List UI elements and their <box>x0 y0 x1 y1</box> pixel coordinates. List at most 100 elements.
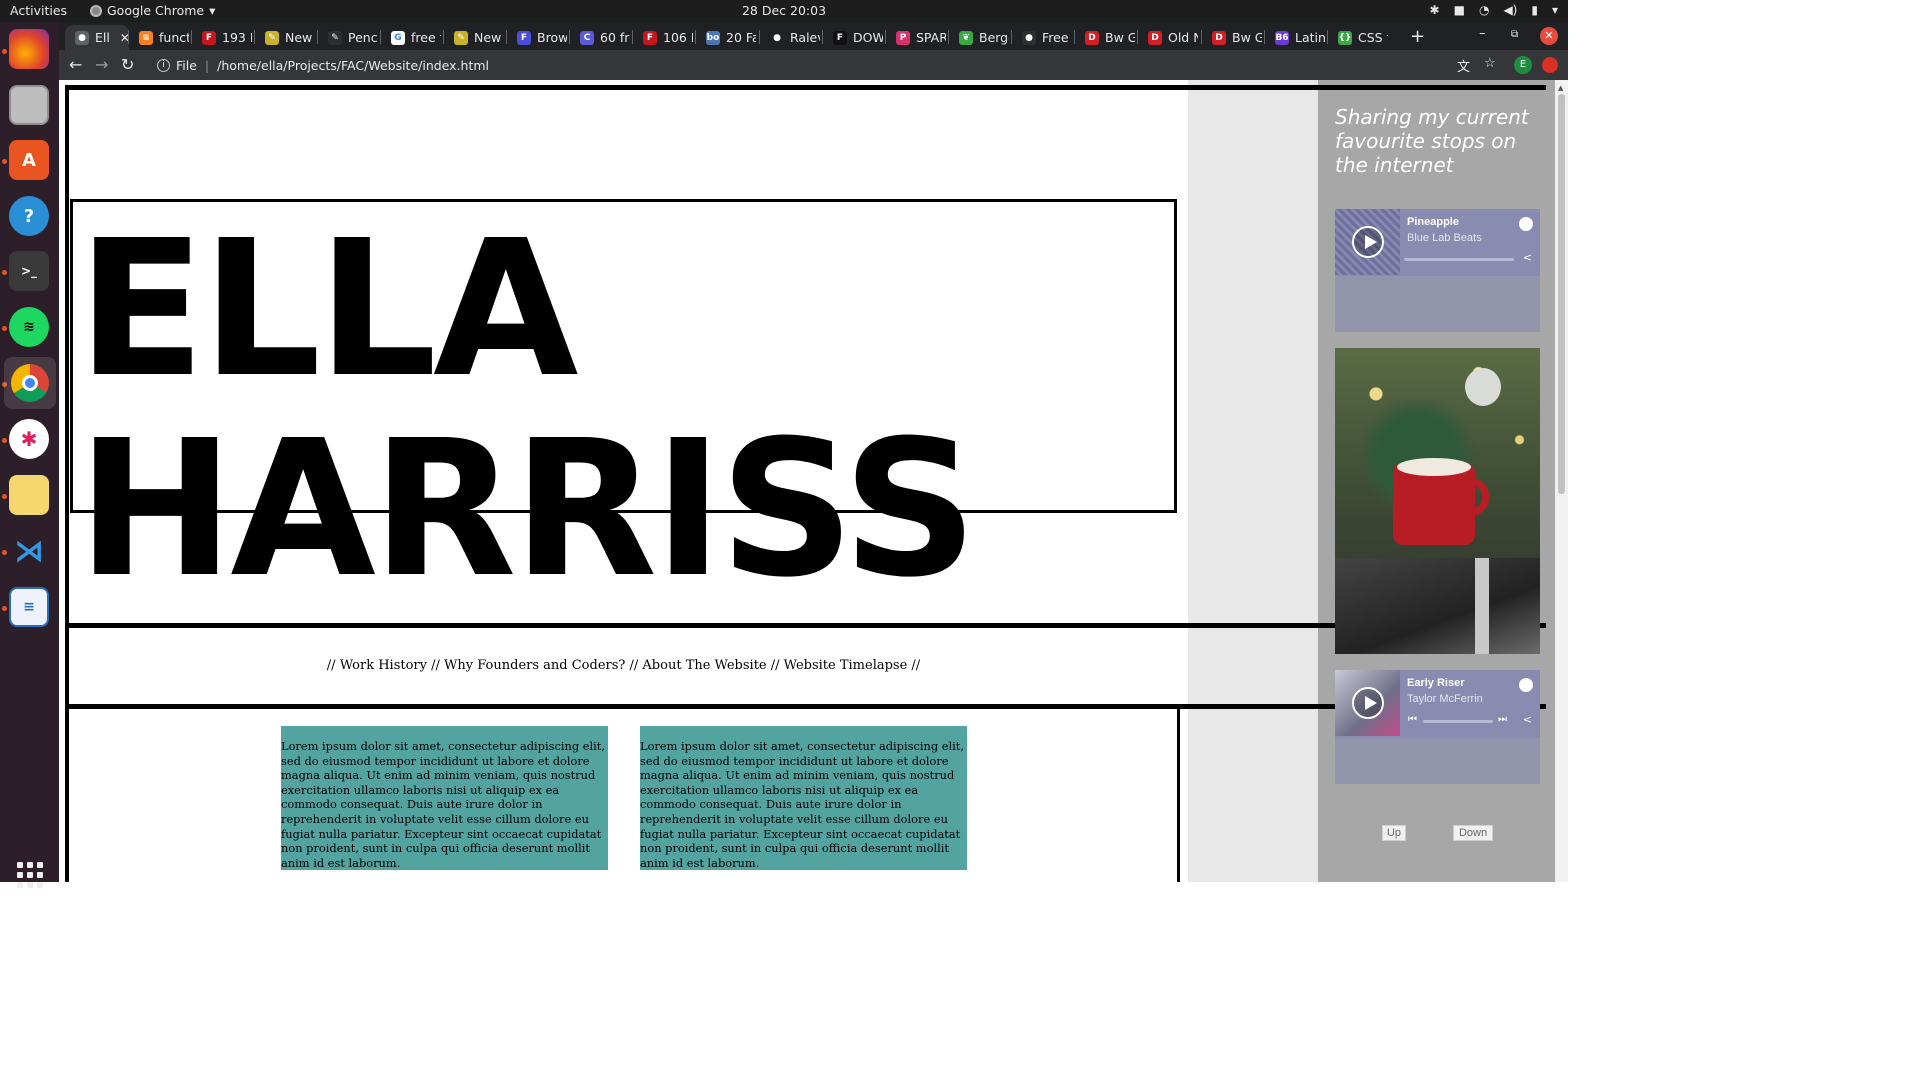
minimize-button[interactable]: – <box>1479 26 1486 41</box>
tab[interactable]: D Bw G <box>1202 25 1262 50</box>
chrome-dock-icon[interactable] <box>4 357 56 409</box>
tab[interactable]: ❦ Berge <box>949 25 1009 50</box>
spotify-icon[interactable]: ≋ <box>9 307 49 347</box>
forward-icon[interactable]: → <box>95 55 108 74</box>
site-title: ELLA HARRISS <box>77 210 978 610</box>
firefox-icon[interactable] <box>9 29 49 69</box>
spotify-embed-pineapple[interactable]: Pineapple Blue Lab Beats < <box>1335 209 1540 332</box>
tab[interactable]: ✎ Penci <box>318 25 378 50</box>
volume-icon[interactable]: ◀) <box>1503 3 1517 17</box>
scroll-up-button[interactable]: Up <box>1382 825 1406 841</box>
next-track-icon[interactable]: ⏭ <box>1498 714 1507 725</box>
nav-link-about-the-website[interactable]: About The Website <box>642 658 766 673</box>
divider <box>65 704 1546 709</box>
progress-bar[interactable] <box>1423 720 1493 723</box>
new-tab-button[interactable]: + <box>1410 26 1425 47</box>
slack-icon[interactable]: ✱ <box>9 419 49 459</box>
tab[interactable]: F DOW <box>823 25 883 50</box>
battery-icon[interactable]: ▮ <box>1531 3 1538 17</box>
zoom-tray-icon[interactable]: ■ <box>1454 3 1465 17</box>
previous-track-icon[interactable]: ⏮ <box>1408 714 1417 725</box>
sticky-notes-icon[interactable] <box>9 475 49 515</box>
tab-title: SPAR <box>916 30 946 45</box>
nav-link-website-timelapse[interactable]: Website Timelapse <box>784 658 908 673</box>
wifi-icon[interactable]: ◔ <box>1479 3 1489 17</box>
f-icon: F <box>833 30 847 45</box>
libreoffice-writer-icon[interactable]: ≡ <box>9 587 49 627</box>
nav-separator: // <box>625 658 643 673</box>
close-window-button[interactable]: ✕ <box>1540 27 1558 45</box>
tab[interactable]: F 106 F <box>633 25 693 50</box>
tab[interactable]: ● Free I <box>1012 25 1072 50</box>
tab-title: Berge <box>979 30 1009 45</box>
clock[interactable]: 28 Dec 20:03 <box>0 3 1568 18</box>
tab[interactable]: F 193 F <box>192 25 252 50</box>
url-text[interactable]: /home/ella/Projects/FAC/Website/index.ht… <box>217 58 489 73</box>
scroll-up-arrow-icon[interactable]: ▲ <box>1558 84 1563 92</box>
tab-title: Free I <box>1042 30 1072 45</box>
power-menu-icon[interactable]: ▾ <box>1552 3 1558 17</box>
tab[interactable]: D Old N <box>1138 25 1198 50</box>
scrollbar-thumb[interactable] <box>1558 94 1565 494</box>
address-bar[interactable]: i File | /home/ella/Projects/FAC/Website… <box>147 52 1487 78</box>
maximize-button[interactable]: ⧉ <box>1511 29 1518 40</box>
tab-title: Penci <box>348 30 378 45</box>
files-icon[interactable] <box>9 85 49 125</box>
tab[interactable]: ● Ralev <box>760 25 820 50</box>
site-nav: // Work History // Why Founders and Code… <box>59 658 1188 673</box>
tab[interactable]: F Brow <box>507 25 567 50</box>
page-scrollbar[interactable]: ▲ <box>1555 80 1568 882</box>
share-icon[interactable]: < <box>1523 713 1532 726</box>
frame-border-top <box>65 85 1546 90</box>
tab[interactable]: ✎ New I <box>255 25 315 50</box>
tab[interactable]: D Bw G <box>1075 25 1135 50</box>
slack-tray-icon[interactable]: ✱ <box>1430 3 1440 17</box>
scroll-down-button[interactable]: Down <box>1453 825 1493 841</box>
tab-title: 60 fre <box>600 30 630 45</box>
vscode-icon[interactable]: ⋊ <box>9 531 49 571</box>
spotify-logo-icon[interactable] <box>1519 217 1533 231</box>
app-menu[interactable]: Google Chrome ▾ <box>90 3 215 18</box>
tab[interactable]: {} CSS f <box>1328 25 1388 50</box>
tab[interactable]: C 60 fre <box>570 25 630 50</box>
tab[interactable]: ● Ell ✕ <box>65 25 129 50</box>
help-icon[interactable]: ? <box>9 196 49 236</box>
tab[interactable]: ≡ funct <box>129 25 189 50</box>
tab-title: Ralev <box>790 30 820 45</box>
tab[interactable]: bo 20 Fa <box>696 25 756 50</box>
leaf-icon: ❦ <box>959 30 973 45</box>
track-title[interactable]: Pineapple <box>1407 216 1459 228</box>
progress-bar[interactable] <box>1404 258 1514 261</box>
activities-button[interactable]: Activities <box>10 3 67 18</box>
tab-title: Ell <box>95 30 110 45</box>
tab[interactable]: ✎ New I <box>444 25 504 50</box>
info-icon[interactable]: i <box>157 58 170 72</box>
track-artist[interactable]: Blue Lab Beats <box>1407 232 1482 244</box>
play-icon[interactable] <box>1352 687 1384 719</box>
tab[interactable]: P SPAR <box>886 25 946 50</box>
track-title[interactable]: Early Riser <box>1407 677 1464 689</box>
bookmark-star-icon[interactable]: ☆ <box>1484 56 1496 71</box>
content-border-right <box>1177 706 1180 882</box>
ubuntu-software-icon[interactable]: A <box>9 140 49 180</box>
profile-avatar[interactable]: E <box>1514 56 1532 74</box>
tab-title: Old N <box>1168 30 1198 45</box>
reload-icon[interactable]: ↻ <box>121 55 134 74</box>
spotify-logo-icon[interactable] <box>1519 678 1533 692</box>
track-artist[interactable]: Taylor McFerrin <box>1407 693 1483 705</box>
share-icon[interactable]: < <box>1523 251 1532 264</box>
nav-link-work-history[interactable]: Work History <box>340 658 427 673</box>
translate-icon[interactable]: 文 <box>1457 56 1470 75</box>
terminal-icon[interactable]: >_ <box>9 251 49 291</box>
tab[interactable]: Gfree f <box>381 25 441 50</box>
tab[interactable]: B6 Latin <box>1265 25 1325 50</box>
show-applications-icon[interactable] <box>17 862 43 888</box>
extension-icon[interactable] <box>1542 57 1558 73</box>
system-tray[interactable]: ✱ ■ ◔ ◀) ▮ ▾ <box>1430 3 1558 17</box>
back-icon[interactable]: ← <box>69 55 82 74</box>
tab-title: Brow <box>537 30 567 45</box>
spotify-embed-early-riser[interactable]: Early Riser Taylor McFerrin ⏮ ⏭ < <box>1335 670 1540 784</box>
play-icon[interactable] <box>1352 226 1384 258</box>
app-name: Google Chrome <box>107 3 205 18</box>
nav-link-why-founders-and-coders[interactable]: Why Founders and Coders? <box>444 658 625 673</box>
